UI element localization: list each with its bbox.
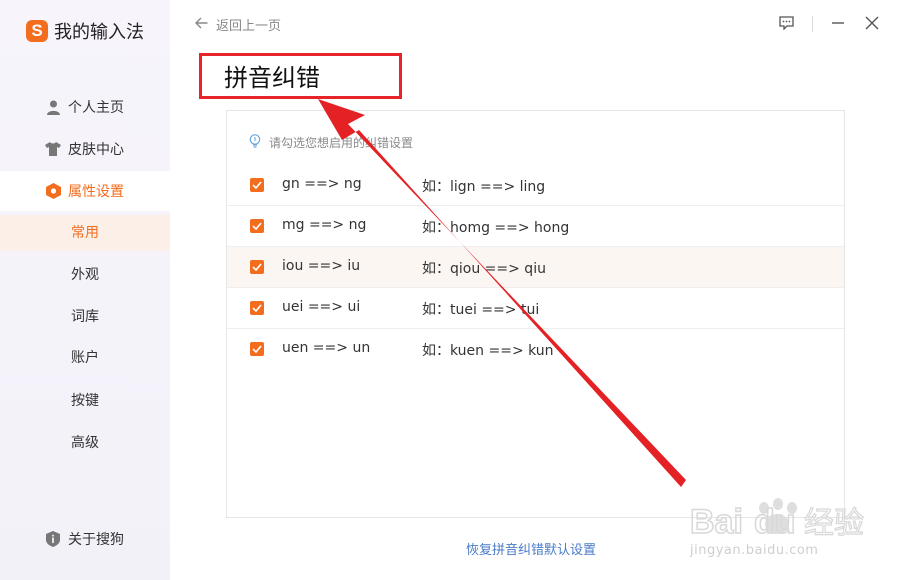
svg-text:Bai: Bai [690,503,743,541]
minimize-icon [831,15,845,34]
correction-rule-row: gn ==> ng 如：lign ==> ling [227,165,844,206]
close-icon [865,15,879,34]
rule-example: 如：lign ==> ling [422,179,546,195]
correction-rule-row: iou ==> iu 如：qiou ==> qiu [227,247,844,288]
settings-hex-icon [45,183,61,199]
sidebar-item-label: 皮肤中心 [68,142,124,158]
sidebar: S 我的输入法 个人主页 皮肤中心 属性设置 常用 外观 词库 账户 按键 高级… [0,0,170,580]
sidebar-item-label: 关于搜狗 [68,532,124,548]
shirt-icon [45,141,61,157]
sidebar-item-profile[interactable]: 个人主页 [0,87,170,127]
sogou-logo-icon: S [26,20,48,42]
rule-example: 如：qiou ==> qiu [422,261,546,277]
svg-text:du: du [754,503,796,541]
sidebar-subitem-appearance[interactable]: 外观 [0,257,170,293]
watermark-url: jingyan.baidu.com [690,543,819,558]
feedback-icon [778,15,794,34]
sidebar-subitem-account[interactable]: 账户 [0,340,170,376]
arrow-left-icon [195,17,208,33]
rule-checkbox[interactable] [250,301,264,315]
rule-text: gn ==> ng [282,176,362,192]
sidebar-item-label: 个人主页 [68,100,124,116]
svg-text:经验: 经验 [804,506,864,541]
rule-text: uen ==> un [282,340,371,356]
rule-example: 如：kuen ==> kun [422,343,554,359]
rule-checkbox[interactable] [250,219,264,233]
close-button[interactable] [861,13,883,35]
sidebar-subitem-dictionary[interactable]: 词库 [0,299,170,335]
rule-checkbox[interactable] [250,342,264,356]
rule-text: mg ==> ng [282,217,367,233]
rule-text: iou ==> iu [282,258,361,274]
back-label: 返回上一页 [216,19,282,34]
rule-example: 如：homg ==> hong [422,220,570,236]
rule-checkbox[interactable] [250,260,264,274]
rule-example: 如：tuei ==> tui [422,302,540,318]
lightbulb-icon [249,134,261,151]
rule-checkbox[interactable] [250,178,264,192]
minimize-button[interactable] [827,13,849,35]
restore-defaults-link[interactable]: 恢复拼音纠错默认设置 [466,539,596,558]
info-shield-icon [45,531,61,547]
correction-rule-row: uen ==> un 如：kuen ==> kun [227,329,844,370]
person-icon [45,99,61,115]
sidebar-item-settings[interactable]: 属性设置 [0,171,170,211]
titlebar-separator [812,16,813,32]
feedback-button[interactable] [775,13,797,35]
sidebar-subitem-advanced[interactable]: 高级 [0,425,170,461]
back-button[interactable]: 返回上一页 [195,15,281,34]
sidebar-item-skins[interactable]: 皮肤中心 [0,129,170,169]
brand: S 我的输入法 [26,18,144,44]
correction-rule-row: mg ==> ng 如：homg ==> hong [227,206,844,247]
sidebar-item-label: 属性设置 [68,184,124,200]
sidebar-subitem-common[interactable]: 常用 [0,215,170,251]
hint-text: 请勾选您想启用的纠错设置 [249,134,413,151]
brand-name: 我的输入法 [54,22,144,43]
annotation-highlight-box [199,53,402,99]
sidebar-subitem-keys[interactable]: 按键 [0,383,170,419]
rule-text: uei ==> ui [282,299,361,315]
sidebar-item-about[interactable]: 关于搜狗 [0,519,170,559]
correction-rule-row: uei ==> ui 如：tuei ==> tui [227,288,844,329]
